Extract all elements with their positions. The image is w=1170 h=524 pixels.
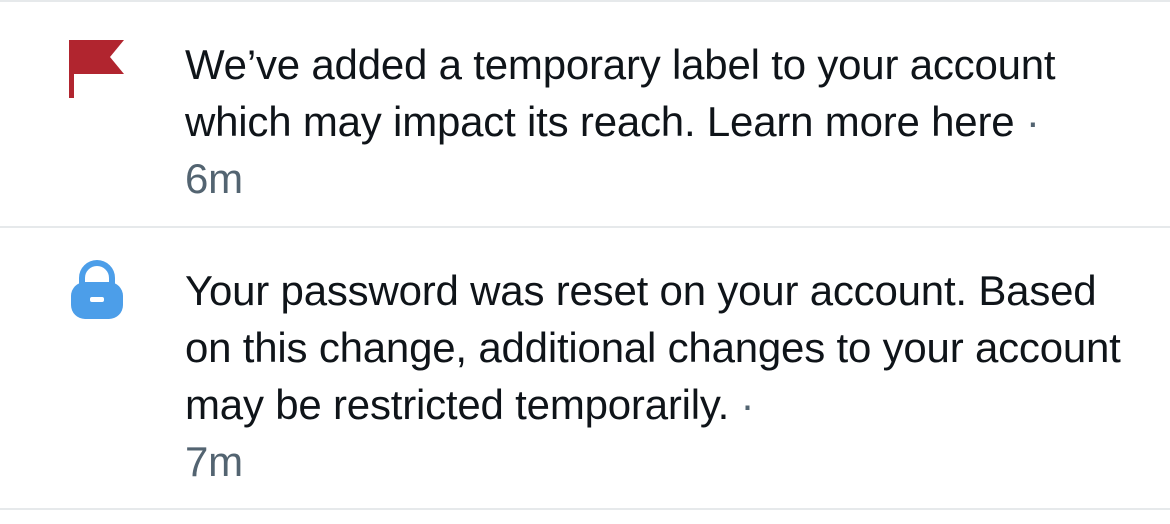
notification-timestamp: 6m	[185, 155, 243, 202]
notification-timestamp: 7m	[185, 438, 243, 485]
notification-message: Your password was reset on your account.…	[185, 267, 1121, 428]
notifications-feed: We’ve added a temporary label to your ac…	[0, 0, 1170, 524]
notification-separator: ·	[1025, 98, 1040, 145]
flag-icon	[66, 38, 128, 100]
notification-item-label-warning[interactable]: We’ve added a temporary label to your ac…	[0, 2, 1170, 226]
notification-text: Your password was reset on your account.…	[185, 262, 1145, 490]
notification-item-password-reset[interactable]: Your password was reset on your account.…	[0, 228, 1170, 508]
notification-text: We’ve added a temporary label to your ac…	[185, 36, 1145, 207]
divider-bottom	[0, 508, 1170, 510]
notification-separator: ·	[740, 381, 755, 428]
lock-icon	[66, 258, 128, 320]
notification-message: We’ve added a temporary label to your ac…	[185, 41, 1056, 145]
